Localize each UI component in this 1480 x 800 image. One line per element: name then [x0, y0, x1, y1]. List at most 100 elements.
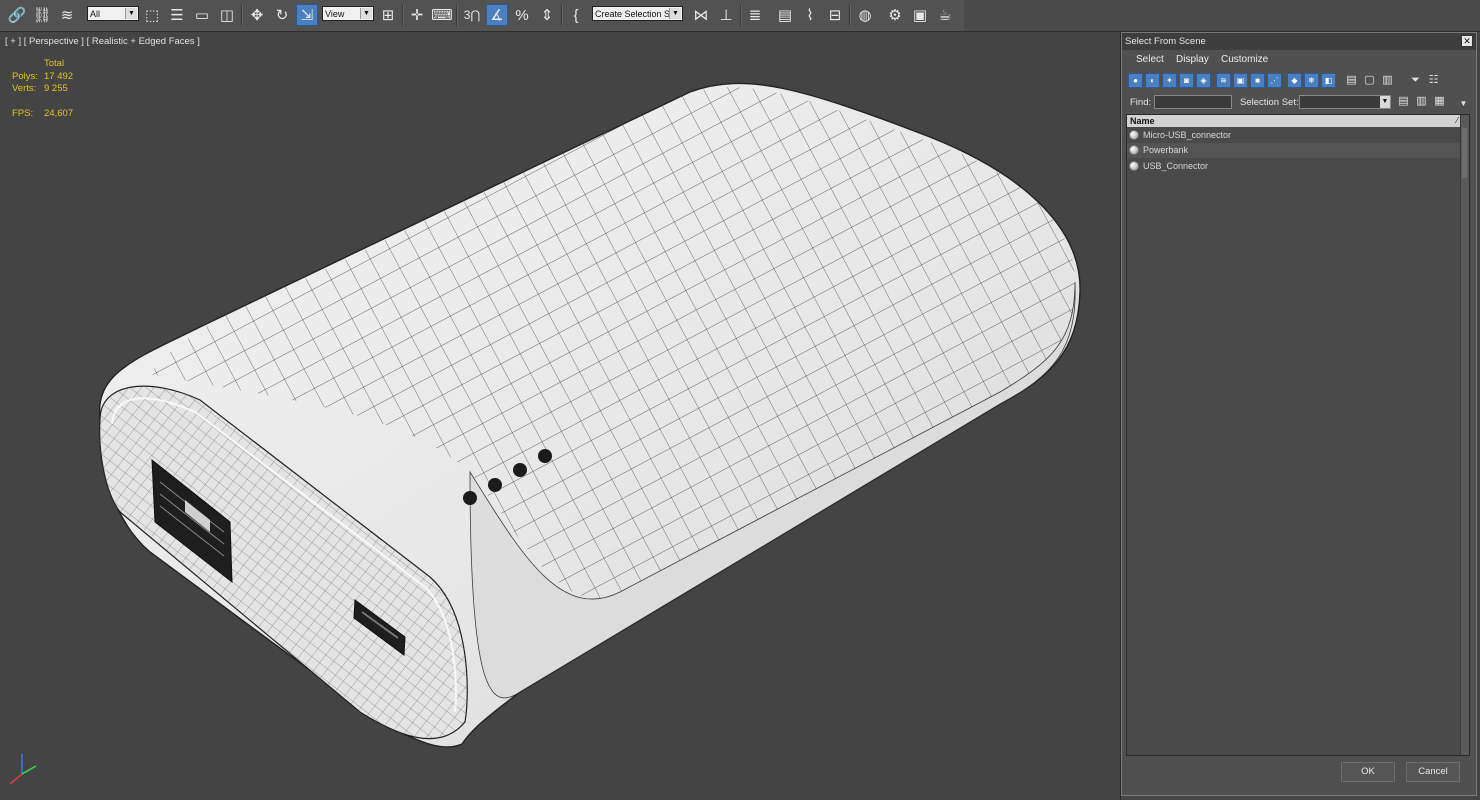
menu-select[interactable]: Select [1136, 54, 1164, 65]
toolbar-separator [561, 5, 563, 26]
stats-header: Total [44, 58, 65, 69]
select-from-scene-dialog: Select From Scene ✕ Select Display Custo… [1121, 32, 1477, 796]
menu-display[interactable]: Display [1176, 54, 1209, 65]
material-editor-icon[interactable]: ◍ [854, 4, 876, 26]
object-list[interactable]: Name ⁄ Micro-USB_connector Powerbank USB_… [1126, 114, 1470, 756]
column-header-name[interactable]: Name ⁄ [1127, 115, 1461, 127]
create-set-icon[interactable]: ▤ [1396, 94, 1411, 109]
add-to-set-icon[interactable]: ▥ [1414, 94, 1429, 109]
rendered-frame-icon[interactable]: ▣ [909, 4, 931, 26]
axis-gizmo [9, 754, 37, 785]
object-name: USB_Connector [1143, 161, 1209, 171]
viewport-label[interactable]: [ + ] [ Perspective ] [ Realistic + Edge… [5, 36, 200, 47]
unlink-icon[interactable]: ⛓ [31, 4, 53, 26]
rect-region-icon[interactable]: ▭ [191, 4, 213, 26]
find-label: Find: [1130, 97, 1152, 108]
render-setup-icon[interactable]: ⚙ [884, 4, 906, 26]
select-none-icon[interactable]: ▢ [1362, 73, 1377, 88]
pivot-icon[interactable]: ⊞ [377, 4, 399, 26]
snaps-toggle-icon[interactable]: 3 ⋂ [461, 4, 483, 26]
filter-toolbar: ● ◐ ✦ ◙ ◈ ≋ ▣ ■ ⋰ ◆ ❄ ◧ ▤ ▢ ▥ ⏷ ☷ [1126, 73, 1472, 91]
toolbar-separator [456, 5, 458, 26]
object-name: Micro-USB_connector [1143, 130, 1232, 140]
toolbar-separator [402, 5, 404, 26]
geometry-filter-icon[interactable]: ● [1128, 73, 1143, 88]
mirror-icon[interactable]: ⋈ [690, 4, 712, 26]
verts-value: 9 255 [44, 83, 68, 94]
select-invert-icon[interactable]: ▥ [1380, 73, 1395, 88]
ok-button[interactable]: OK [1341, 762, 1395, 782]
schematic-view-icon[interactable]: ⊟ [824, 4, 846, 26]
fps-value: 24,607 [44, 108, 74, 119]
angle-snap-icon[interactable]: ∡ [486, 4, 508, 26]
dialog-menu-bar: Select Display Customize [1122, 51, 1476, 69]
toolbar-separator [241, 5, 243, 26]
toolbar-empty-area [964, 0, 1480, 31]
spinner-snap-icon[interactable]: ⇕ [536, 4, 558, 26]
named-selection-sets-dropdown[interactable]: Create Selection Se ▼ [592, 6, 683, 21]
bone-filter-icon[interactable]: ⋰ [1267, 73, 1282, 88]
chevron-down-icon: ▼ [125, 8, 137, 19]
powerbank-model[interactable] [0, 32, 1120, 800]
spacewarp-filter-icon[interactable]: ≋ [1216, 73, 1231, 88]
find-input[interactable] [1154, 95, 1232, 109]
dialog-title-bar[interactable]: Select From Scene ✕ [1122, 33, 1476, 50]
list-item[interactable]: Powerbank [1127, 143, 1461, 158]
ribbon-icon[interactable]: ▤ [774, 4, 796, 26]
remove-from-set-icon[interactable]: ▦ [1432, 94, 1447, 109]
group-filter-icon[interactable]: ▣ [1233, 73, 1248, 88]
filter-icon[interactable]: ⏷ [1408, 73, 1423, 88]
geometry-object-icon [1129, 161, 1139, 171]
layer-manager-icon[interactable]: ≣ [744, 4, 766, 26]
manipulate-icon[interactable]: ✛ [406, 4, 428, 26]
reference-coordinate-dropdown[interactable]: View ▼ [322, 6, 374, 21]
link-icon[interactable]: 🔗 [6, 4, 28, 26]
scale-icon[interactable]: ⇲ [296, 4, 318, 26]
edit-named-sets-icon[interactable]: { [565, 4, 587, 26]
dialog-title: Select From Scene [1125, 36, 1206, 47]
fps-label: FPS: [12, 108, 34, 119]
toolbar-separator [849, 5, 851, 26]
camera-filter-icon[interactable]: ◙ [1179, 73, 1194, 88]
select-object-icon[interactable]: ⬚ [141, 4, 163, 26]
main-toolbar: 🔗 ⛓ ≋ All ▼ ⬚ ☰ ▭ ◫ ✥ ↻ ⇲ View ▼ ⊞ ✛ ⌨ 3 ⋂ … [0, 0, 1480, 32]
list-item[interactable]: Micro-USB_connector [1127, 128, 1461, 143]
curve-editor-icon[interactable]: ⌇ [799, 4, 821, 26]
expand-icon[interactable]: ▼ [1456, 96, 1471, 111]
verts-label: Verts: [12, 83, 37, 94]
hierarchy-icon[interactable]: ☷ [1426, 73, 1441, 88]
toolbar-separator [740, 5, 742, 26]
select-all-icon[interactable]: ▤ [1344, 73, 1359, 88]
polys-value: 17 492 [44, 70, 74, 82]
rotate-icon[interactable]: ↻ [271, 4, 293, 26]
helper-filter-icon[interactable]: ◈ [1196, 73, 1211, 88]
list-item[interactable]: USB_Connector [1127, 159, 1461, 174]
close-icon[interactable]: ✕ [1461, 35, 1473, 47]
vertical-scrollbar[interactable] [1460, 115, 1469, 755]
xref-filter-icon[interactable]: ■ [1250, 73, 1265, 88]
hidden-filter-icon[interactable]: ◧ [1321, 73, 1336, 88]
select-by-name-icon[interactable]: ☰ [166, 4, 188, 26]
scrollbar-thumb[interactable] [1462, 128, 1467, 178]
selection-set-dropdown[interactable]: ▼ [1299, 95, 1391, 109]
container-filter-icon[interactable]: ◆ [1287, 73, 1302, 88]
cancel-button[interactable]: Cancel [1406, 762, 1460, 782]
selection-filter-dropdown[interactable]: All ▼ [87, 6, 139, 21]
geometry-object-icon [1129, 145, 1139, 155]
selection-set-label: Selection Set: [1240, 97, 1299, 108]
polys-label: Polys: [12, 70, 38, 82]
geometry-object-icon [1129, 130, 1139, 140]
move-icon[interactable]: ✥ [246, 4, 268, 26]
percent-snap-icon[interactable]: % [511, 4, 533, 26]
window-crossing-icon[interactable]: ◫ [216, 4, 238, 26]
light-filter-icon[interactable]: ✦ [1162, 73, 1177, 88]
frozen-filter-icon[interactable]: ❄ [1304, 73, 1319, 88]
bind-space-warp-icon[interactable]: ≋ [56, 4, 78, 26]
align-icon[interactable]: ⊥ [715, 4, 737, 26]
render-icon[interactable]: ☕ [934, 4, 956, 26]
chevron-down-icon: ▼ [669, 8, 681, 19]
shape-filter-icon[interactable]: ◐ [1145, 73, 1160, 88]
keyboard-shortcut-icon[interactable]: ⌨ [431, 4, 453, 26]
menu-customize[interactable]: Customize [1221, 54, 1268, 65]
perspective-viewport[interactable]: [ + ] [ Perspective ] [ Realistic + Edge… [0, 32, 1121, 800]
